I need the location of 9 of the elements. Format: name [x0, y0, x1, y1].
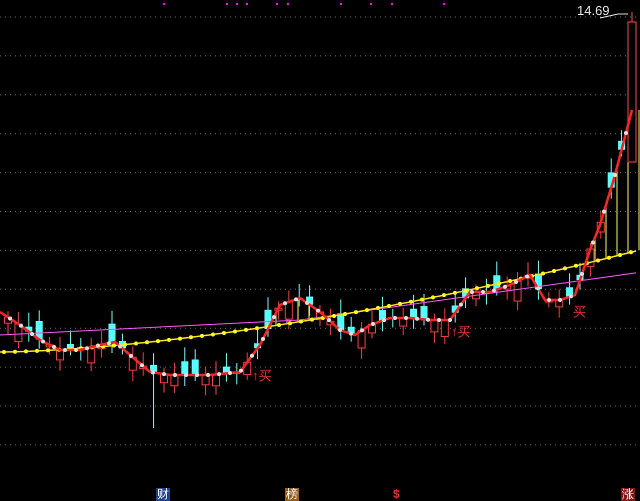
buy-signal: ↑买 [252, 369, 272, 382]
price-label: 14.69 [577, 4, 610, 17]
marker-label: 财 [156, 488, 170, 501]
leader-line [600, 14, 628, 18]
buy-signal: ↑买 [451, 325, 470, 338]
marker-label: 涨 [621, 488, 635, 501]
marker-label: 榜 [285, 488, 299, 501]
buy-signal: 买 [573, 305, 586, 318]
marker-label: $ [392, 488, 401, 501]
